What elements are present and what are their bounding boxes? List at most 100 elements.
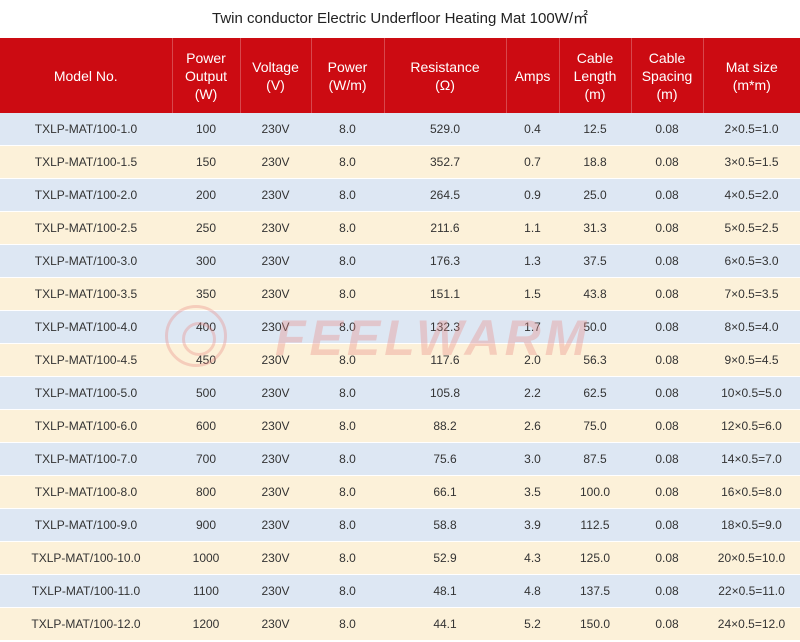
cell-cable-length: 112.5: [559, 508, 631, 542]
column-header-mat-size: Mat size (m*m): [703, 38, 800, 113]
cell-mat-size: 10×0.5=5.0: [703, 376, 800, 410]
cell-voltage: 230V: [240, 607, 311, 641]
cell-resistance: 529.0: [384, 113, 506, 146]
cell-power-per-meter: 8.0: [311, 475, 384, 509]
cell-cable-length: 75.0: [559, 409, 631, 443]
cell-resistance: 88.2: [384, 409, 506, 443]
cell-model-no: TXLP-MAT/100-7.0: [0, 442, 172, 476]
page-title: Twin conductor Electric Underfloor Heati…: [212, 10, 588, 27]
cell-amps: 4.3: [506, 541, 559, 575]
cell-voltage: 230V: [240, 409, 311, 443]
cell-power-per-meter: 8.0: [311, 310, 384, 344]
cell-cable-spacing: 0.08: [631, 475, 703, 509]
cell-resistance: 105.8: [384, 376, 506, 410]
cell-amps: 0.7: [506, 145, 559, 179]
cell-power-per-meter: 8.0: [311, 376, 384, 410]
table-row: TXLP-MAT/100-2.5 250 230V 8.0 211.6 1.1 31.3 0.…: [0, 211, 800, 245]
cell-cable-length: 125.0: [559, 541, 631, 575]
cell-amps: 3.9: [506, 508, 559, 542]
cell-amps: 2.0: [506, 343, 559, 377]
cell-resistance: 48.1: [384, 574, 506, 608]
cell-amps: 0.9: [506, 178, 559, 212]
table-row: TXLP-MAT/100-8.0 800 230V 8.0 66.1 3.5 100.0 0.…: [0, 475, 800, 509]
cell-model-no: TXLP-MAT/100-6.0: [0, 409, 172, 443]
cell-cable-spacing: 0.08: [631, 310, 703, 344]
cell-voltage: 230V: [240, 178, 311, 212]
cell-power-output: 700: [172, 442, 240, 476]
cell-amps: 2.6: [506, 409, 559, 443]
cell-cable-spacing: 0.08: [631, 343, 703, 377]
column-header-cable-spacing: Cable Spacing (m): [631, 38, 704, 113]
cell-resistance: 352.7: [384, 145, 506, 179]
cell-model-no: TXLP-MAT/100-4.0: [0, 310, 172, 344]
cell-power-output: 150: [172, 145, 240, 179]
spec-table: Model No. Power Output (W) Voltage (V) Powe…: [0, 38, 800, 641]
cell-voltage: 230V: [240, 211, 311, 245]
cell-mat-size: 5×0.5=2.5: [703, 211, 800, 245]
cell-model-no: TXLP-MAT/100-3.5: [0, 277, 172, 311]
cell-mat-size: 18×0.5=9.0: [703, 508, 800, 542]
cell-power-output: 400: [172, 310, 240, 344]
cell-mat-size: 3×0.5=1.5: [703, 145, 800, 179]
cell-cable-spacing: 0.08: [631, 442, 703, 476]
cell-power-per-meter: 8.0: [311, 574, 384, 608]
cell-model-no: TXLP-MAT/100-8.0: [0, 475, 172, 509]
cell-model-no: TXLP-MAT/100-5.0: [0, 376, 172, 410]
cell-resistance: 176.3: [384, 244, 506, 278]
table-row: TXLP-MAT/100-4.0 400 230V 8.0 132.3 1.7 50.0 0.…: [0, 310, 800, 344]
table-row: TXLP-MAT/100-3.5 350 230V 8.0 151.1 1.5 43.8 0.…: [0, 277, 800, 311]
cell-power-output: 1000: [172, 541, 240, 575]
cell-model-no: TXLP-MAT/100-3.0: [0, 244, 172, 278]
cell-cable-length: 50.0: [559, 310, 631, 344]
cell-power-per-meter: 8.0: [311, 211, 384, 245]
cell-cable-length: 18.8: [559, 145, 631, 179]
cell-resistance: 117.6: [384, 343, 506, 377]
cell-resistance: 75.6: [384, 442, 506, 476]
table-row: TXLP-MAT/100-1.0 100 230V 8.0 529.0 0.4 12.5 0.…: [0, 113, 800, 146]
cell-cable-spacing: 0.08: [631, 277, 703, 311]
column-header-power-output: Power Output (W): [172, 38, 241, 113]
cell-power-output: 1200: [172, 607, 240, 641]
table-row: TXLP-MAT/100-3.0 300 230V 8.0 176.3 1.3 37.5 0.…: [0, 244, 800, 278]
cell-mat-size: 22×0.5=11.0: [703, 574, 800, 608]
cell-cable-length: 87.5: [559, 442, 631, 476]
table-row: TXLP-MAT/100-9.0 900 230V 8.0 58.8 3.9 112.5 0.…: [0, 508, 800, 542]
cell-power-output: 100: [172, 113, 240, 146]
cell-amps: 3.5: [506, 475, 559, 509]
cell-mat-size: 4×0.5=2.0: [703, 178, 800, 212]
cell-cable-length: 137.5: [559, 574, 631, 608]
cell-cable-spacing: 0.08: [631, 607, 703, 641]
table-body: TXLP-MAT/100-1.0 100 230V 8.0 529.0 0.4 12.5 0.…: [0, 113, 800, 641]
cell-model-no: TXLP-MAT/100-4.5: [0, 343, 172, 377]
cell-model-no: TXLP-MAT/100-2.0: [0, 178, 172, 212]
cell-amps: 1.5: [506, 277, 559, 311]
cell-model-no: TXLP-MAT/100-1.0: [0, 113, 172, 146]
cell-model-no: TXLP-MAT/100-11.0: [0, 574, 172, 608]
cell-model-no: TXLP-MAT/100-2.5: [0, 211, 172, 245]
cell-power-per-meter: 8.0: [311, 145, 384, 179]
cell-voltage: 230V: [240, 475, 311, 509]
cell-cable-length: 56.3: [559, 343, 631, 377]
cell-cable-spacing: 0.08: [631, 541, 703, 575]
cell-amps: 1.3: [506, 244, 559, 278]
cell-voltage: 230V: [240, 574, 311, 608]
cell-cable-length: 12.5: [559, 113, 631, 146]
column-header-voltage: Voltage (V): [240, 38, 312, 113]
column-header-amps: Amps: [506, 38, 560, 113]
cell-voltage: 230V: [240, 508, 311, 542]
cell-mat-size: 8×0.5=4.0: [703, 310, 800, 344]
cell-cable-spacing: 0.08: [631, 376, 703, 410]
cell-power-output: 600: [172, 409, 240, 443]
cell-amps: 3.0: [506, 442, 559, 476]
table-row: TXLP-MAT/100-6.0 600 230V 8.0 88.2 2.6 75.0 0.0…: [0, 409, 800, 443]
cell-resistance: 211.6: [384, 211, 506, 245]
cell-voltage: 230V: [240, 277, 311, 311]
table-row: TXLP-MAT/100-5.0 500 230V 8.0 105.8 2.2 62.5 0.…: [0, 376, 800, 410]
cell-voltage: 230V: [240, 113, 311, 146]
cell-voltage: 230V: [240, 376, 311, 410]
cell-resistance: 44.1: [384, 607, 506, 641]
cell-power-output: 500: [172, 376, 240, 410]
cell-cable-spacing: 0.08: [631, 113, 703, 146]
cell-cable-length: 43.8: [559, 277, 631, 311]
table-row: TXLP-MAT/100-2.0 200 230V 8.0 264.5 0.9 25.0 0.…: [0, 178, 800, 212]
